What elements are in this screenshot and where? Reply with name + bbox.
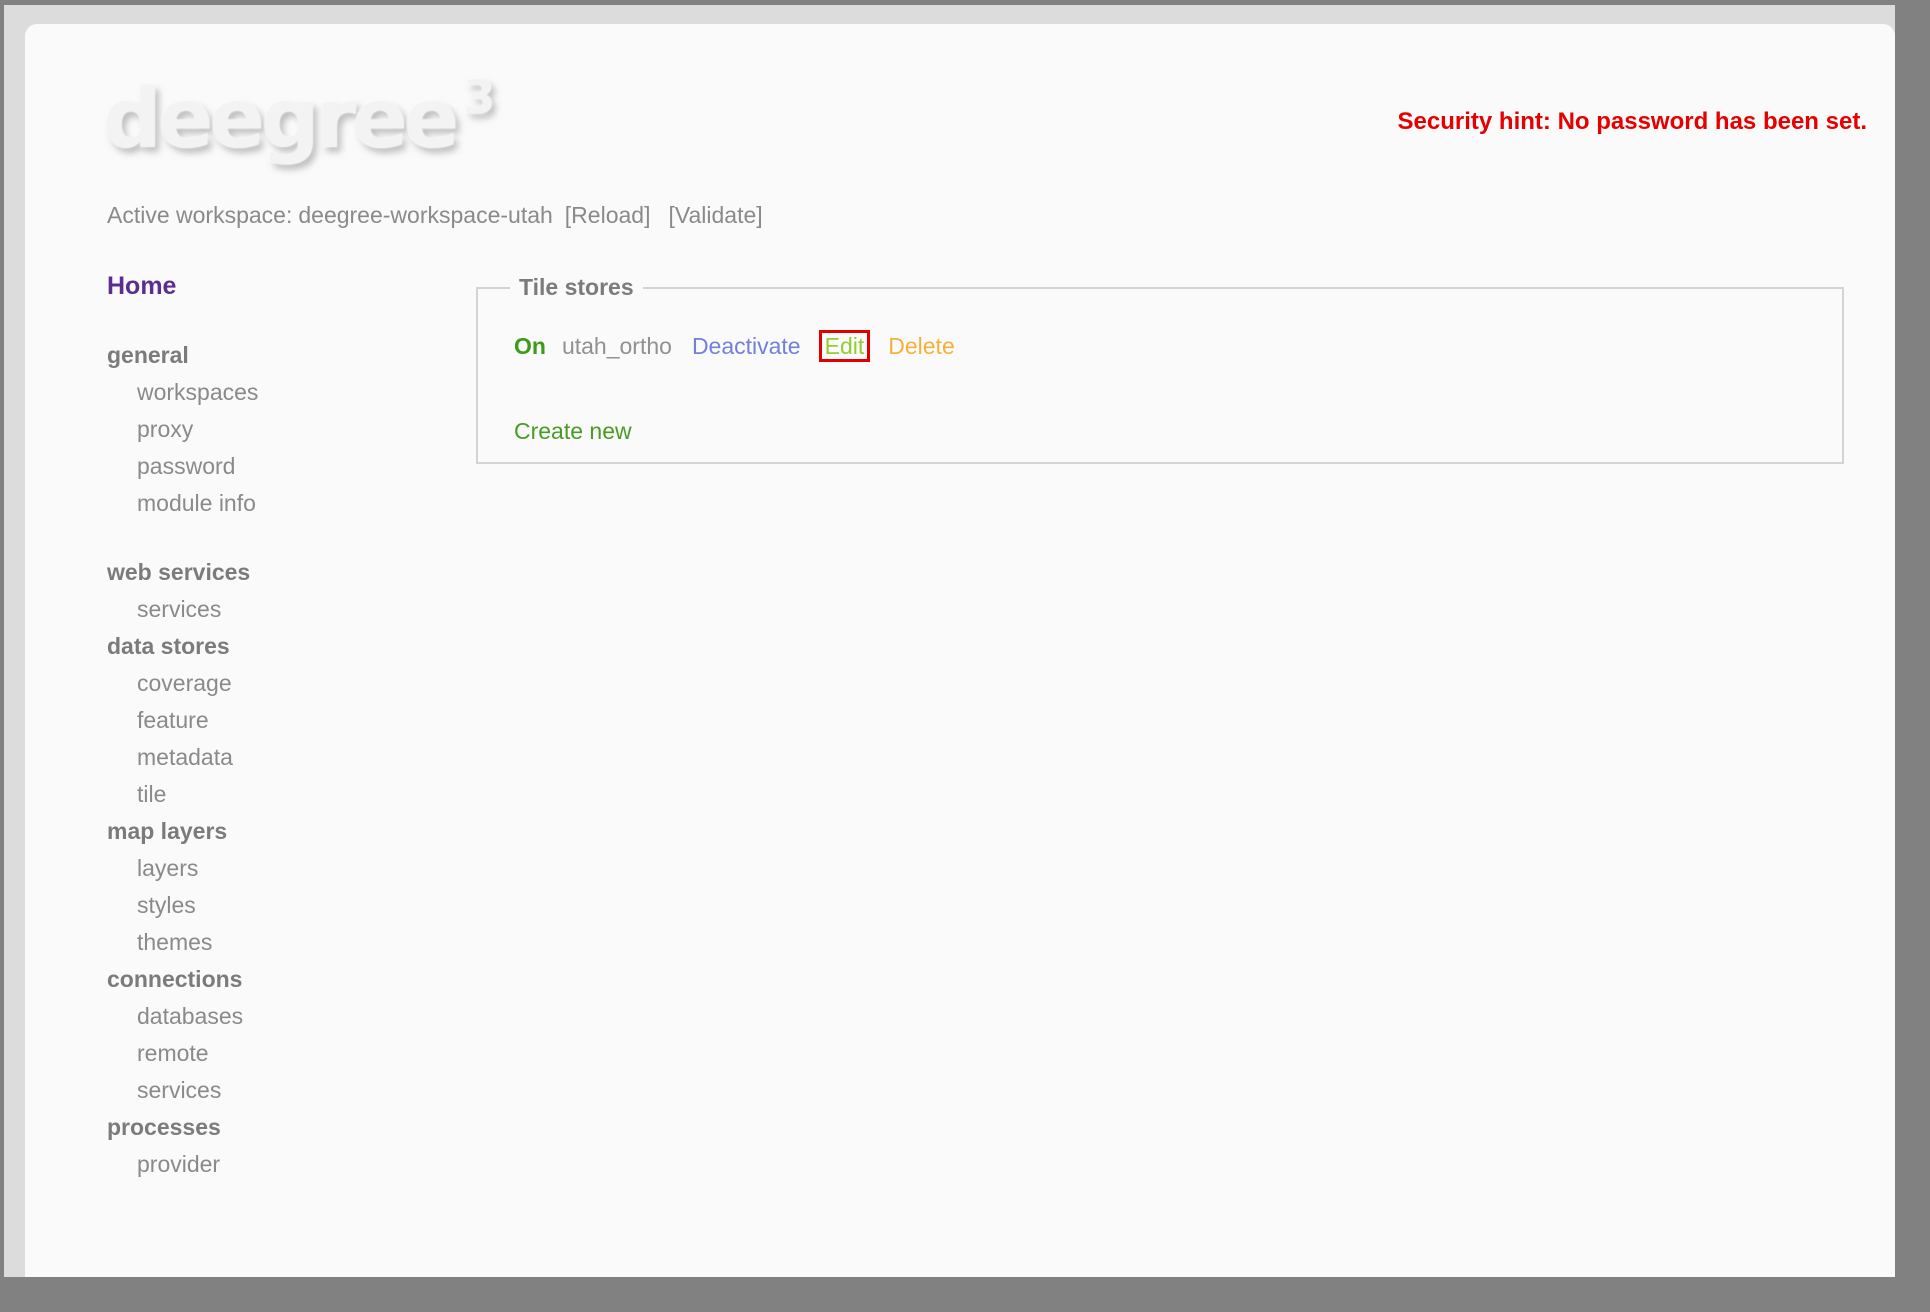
sidebar-item-proxy[interactable]: proxy [107,411,427,448]
sidebar-group-label: connections [107,966,243,992]
sidebar-item-themes[interactable]: themes [107,924,427,961]
action-delete-link[interactable]: Delete [888,333,954,359]
tile-stores-panel: Tile stores On utah_ortho Deactivate Edit De… [476,274,1844,464]
sidebar-groups: general workspaces proxy password module inf… [107,337,427,1183]
sidebar-item-services[interactable]: services [107,1072,427,1109]
sidebar-group-web-services: web services services [107,554,427,628]
sidebar-group-processes: processes provider [107,1109,427,1183]
sidebar-item-layers[interactable]: layers [107,850,427,887]
sidebar-item-styles[interactable]: styles [107,887,427,924]
workspace-label: Active workspace: [107,202,293,228]
tile-store-row: On utah_ortho Deactivate Edit Delete [514,330,1842,362]
sidebar-group-map-layers: map layers layers styles themes [107,813,427,961]
sidebar-group-data-stores: data stores coverage feature metadata tile [107,628,427,813]
tile-store-rows: On utah_ortho Deactivate Edit Delete [514,330,1842,362]
sidebar-item-module-info[interactable]: module info [107,485,427,522]
sidebar-group-connections: connections databases remote services [107,961,427,1109]
sidebar-item-databases[interactable]: databases [107,998,427,1035]
action-edit-link[interactable]: Edit [818,330,871,362]
status-on-label: On [514,333,546,359]
sidebar: Home general workspaces proxy password modul… [107,264,427,1183]
sidebar-group-label: processes [107,1114,221,1140]
sidebar-group-label: map layers [107,818,228,844]
sidebar-group-label: data stores [107,633,230,659]
logo-superscript: 3 [463,70,496,124]
sidebar-item-tile[interactable]: tile [107,776,427,813]
reload-link[interactable]: [Reload] [565,202,651,228]
sidebar-item-workspaces[interactable]: workspaces [107,374,427,411]
console-page: deegree 3 Security hint: No password has … [25,24,1895,1277]
sidebar-group-label: web services [107,559,251,585]
workspace-line: Active workspace: deegree-workspace-utah [… [107,202,763,229]
sidebar-item-password[interactable]: password [107,448,427,485]
tile-store-name: utah_ortho [561,333,672,359]
security-hint: Security hint: No password has been set. [1397,108,1867,135]
workspace-name: deegree-workspace-utah [298,202,553,228]
sidebar-item-coverage[interactable]: coverage [107,665,427,702]
deegree-logo: deegree 3 [103,70,496,167]
sidebar-item-feature[interactable]: feature [107,702,427,739]
page-background: deegree 3 Security hint: No password has … [4,5,1895,1277]
logo-text: deegree [103,72,459,167]
validate-link[interactable]: [Validate] [668,202,762,228]
tile-stores-legend: Tile stores [519,274,634,300]
sidebar-item-provider[interactable]: provider [107,1146,427,1183]
sidebar-item-home[interactable]: Home [107,268,427,305]
sidebar-item-services[interactable]: services [107,591,427,628]
sidebar-item-metadata[interactable]: metadata [107,739,427,776]
create-new-link[interactable]: Create new [514,418,632,445]
sidebar-group-general: general workspaces proxy password module inf… [107,337,427,522]
sidebar-item-remote[interactable]: remote [107,1035,427,1072]
sidebar-group-label: general [107,342,189,368]
action-deactivate-link[interactable]: Deactivate [692,333,801,359]
